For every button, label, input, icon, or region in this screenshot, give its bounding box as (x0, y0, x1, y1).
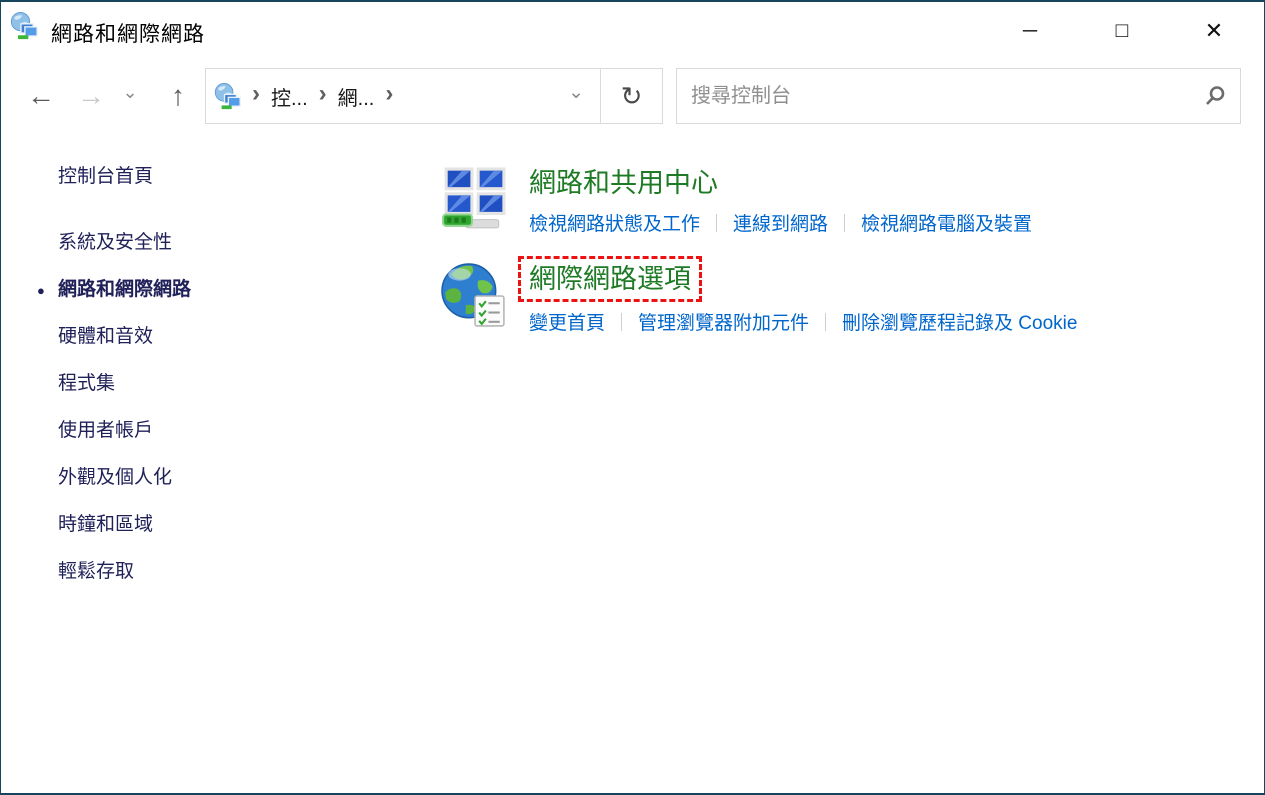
control-panel-window: 網路和網際網路 ─ □ ✕ ← → ⌄ ↑ › 控... › 網... › ⌄ … (0, 0, 1265, 795)
breadcrumb-separator-icon[interactable]: › (374, 80, 404, 108)
breadcrumb-separator-icon[interactable]: › (308, 80, 338, 108)
task-links: 變更首頁 管理瀏覽器附加元件 刪除瀏覽歷程記錄及 Cookie (529, 308, 1077, 335)
sidebar-item-clock-region[interactable]: 時鐘和區域 (58, 513, 388, 537)
window-controls: ─ □ ✕ (974, 2, 1250, 60)
sidebar-item-network-internet[interactable]: ● 網路和網際網路 (37, 278, 388, 302)
sidebar-item-user-accounts[interactable]: 使用者帳戶 (58, 419, 388, 443)
search-input[interactable] (691, 84, 1204, 108)
link-view-network-status[interactable]: 檢視網路狀態及工作 (529, 209, 700, 236)
link-delete-browsing-history[interactable]: 刪除瀏覽歷程記錄及 Cookie (842, 308, 1077, 335)
back-button[interactable]: ← (27, 80, 55, 112)
link-change-homepage[interactable]: 變更首頁 (529, 308, 605, 335)
refresh-button[interactable]: ↻ (600, 69, 662, 123)
minimize-button[interactable]: ─ (994, 8, 1066, 54)
breadcrumb-separator-icon[interactable]: › (241, 80, 271, 108)
up-button[interactable]: ↑ (165, 80, 191, 112)
link-separator (825, 312, 827, 331)
link-manage-browser-addons[interactable]: 管理瀏覽器附加元件 (638, 308, 809, 335)
section-network-sharing-center: 網路和共用中心 檢視網路狀態及工作 連線到網路 檢視網路電腦及裝置 (441, 166, 1231, 236)
link-separator (716, 213, 718, 232)
link-view-network-computers[interactable]: 檢視網路電腦及裝置 (861, 209, 1032, 236)
breadcrumb-dropdown-icon[interactable]: ⌄ (568, 81, 600, 104)
sidebar-item-label: 網路和網際網路 (58, 279, 192, 300)
sidebar-item-control-panel-home[interactable]: 控制台首頁 (58, 165, 388, 189)
active-bullet-icon: ● (37, 283, 45, 298)
sidebar: 控制台首頁 系統及安全性 ● 網路和網際網路 硬體和音效 程式集 使用者帳戶 外觀… (37, 165, 388, 607)
link-separator (844, 213, 846, 232)
main-content: 網路和共用中心 檢視網路狀態及工作 連線到網路 檢視網路電腦及裝置 網際網路選項… (441, 166, 1231, 361)
history-dropdown-icon[interactable]: ⌄ (121, 82, 139, 103)
breadcrumb-item-network[interactable]: 網... (338, 82, 375, 111)
network-sharing-center-icon[interactable] (441, 166, 507, 232)
navigation-bar: ← → ⌄ ↑ › 控... › 網... › ⌄ ↻ (1, 60, 1264, 132)
search-icon[interactable] (1204, 85, 1226, 107)
link-separator (621, 312, 623, 331)
network-internet-icon (10, 12, 38, 40)
internet-options-icon[interactable] (441, 262, 507, 328)
close-button[interactable]: ✕ (1178, 8, 1250, 54)
titlebar: 網路和網際網路 ─ □ ✕ (1, 2, 1264, 60)
breadcrumb-item-control-panel[interactable]: 控... (271, 82, 308, 111)
network-internet-icon (214, 82, 241, 110)
task-links: 檢視網路狀態及工作 連線到網路 檢視網路電腦及裝置 (529, 209, 1032, 236)
search-box[interactable] (676, 68, 1241, 124)
maximize-button[interactable]: □ (1086, 8, 1158, 54)
forward-button: → (77, 80, 105, 111)
sidebar-item-system-security[interactable]: 系統及安全性 (58, 231, 388, 255)
section-internet-options: 網際網路選項 變更首頁 管理瀏覽器附加元件 刪除瀏覽歷程記錄及 Cookie (441, 256, 1231, 335)
section-title-network-sharing-center[interactable]: 網路和共用中心 (529, 166, 1032, 200)
sidebar-item-hardware-sound[interactable]: 硬體和音效 (58, 325, 388, 349)
section-title-internet-options[interactable]: 網際網路選項 (529, 264, 691, 294)
breadcrumb[interactable]: › 控... › 網... › ⌄ ↻ (205, 68, 663, 124)
sidebar-item-ease-of-access[interactable]: 輕鬆存取 (58, 560, 388, 584)
window-title: 網路和網際網路 (51, 23, 205, 46)
sidebar-item-programs[interactable]: 程式集 (58, 372, 388, 396)
sidebar-item-appearance-personalization[interactable]: 外觀及個人化 (58, 466, 388, 490)
link-connect-to-network[interactable]: 連線到網路 (733, 209, 828, 236)
highlight-annotation-box: 網際網路選項 (518, 256, 702, 302)
